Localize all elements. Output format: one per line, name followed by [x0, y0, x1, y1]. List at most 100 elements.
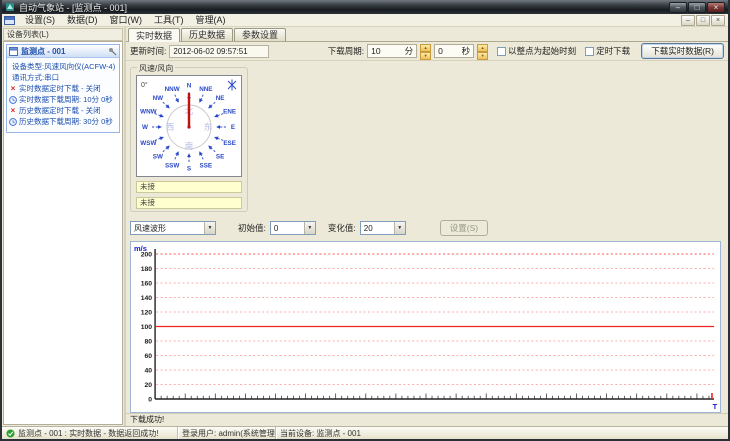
- menu-item[interactable]: 设置(S): [19, 14, 61, 26]
- compass-svg: 0°北南西东NNNENEENEEESESESSESSSWSWWSWWWNWNWN…: [140, 79, 237, 173]
- minutes-down-icon[interactable]: ▼: [420, 52, 432, 60]
- mdi-restore-icon[interactable]: □: [696, 14, 710, 26]
- start-on-hour-checkbox[interactable]: [497, 46, 507, 56]
- wind-compass: 0°北南西东NNNENEENEEESESESSESSSWSWWSWWWNWNWN…: [136, 75, 242, 177]
- y-tick-label: 120: [141, 309, 153, 316]
- minutes-stepper: ▲ ▼: [420, 44, 432, 60]
- change-value: 20: [363, 223, 373, 233]
- settings-button[interactable]: 设置(S): [439, 220, 489, 236]
- y-tick-label: 140: [141, 295, 153, 302]
- menu-item[interactable]: 工具(T): [148, 14, 190, 26]
- y-tick-label: 40: [144, 367, 152, 374]
- app-icon: [5, 2, 15, 12]
- seconds-field[interactable]: 0 秒: [434, 44, 475, 58]
- wind-direction-status: 未接: [136, 197, 242, 209]
- titlebar: 自动气象站 - [监测点 - 001] – □ ×: [2, 0, 728, 14]
- update-time-value: 2012-06-02 09:57:51: [169, 44, 270, 58]
- compass-dir-nnw: NNW: [165, 86, 180, 93]
- waveform-value: 风速波形: [134, 223, 166, 233]
- device-icon: [9, 46, 18, 56]
- device-status-line: 历史数据下载周期: 30分 0秒: [9, 116, 118, 127]
- wind-speed-chart: m/s 0 20 40 60 80 100 120 140 160 180 200 T: [130, 241, 721, 413]
- update-time-label: 更新时间:: [130, 46, 167, 56]
- device-status-text: 实时数据下载周期: 10分 0秒: [19, 95, 113, 104]
- seconds-stepper: ▲ ▼: [477, 44, 489, 60]
- initial-dropdown-icon[interactable]: ▼: [303, 222, 315, 234]
- statusbar-device: 当前设备: 监测点 - 001: [280, 428, 361, 438]
- compass-dir-se: SE: [216, 154, 224, 161]
- tab-active[interactable]: 实时数据: [128, 28, 181, 42]
- initial-value-label: 初始值:: [238, 223, 266, 233]
- compass-dir-ene: ENE: [223, 108, 236, 115]
- menu-item[interactable]: 数据(D): [61, 14, 104, 26]
- device-status-list: 设备类型:风速风向仪(ACFW-4) 通讯方式:串口 × 实时数据定时下载 - 关闭实…: [7, 58, 119, 132]
- minimize-icon[interactable]: –: [669, 1, 687, 13]
- wind-group-title: 风速/风向: [137, 63, 176, 74]
- compass-cardinal-cn: 南: [185, 141, 194, 151]
- device-status-text: 历史数据下载周期: 30分 0秒: [19, 117, 113, 126]
- pin-icon[interactable]: [108, 47, 117, 56]
- tab-inactive[interactable]: 历史数据: [181, 28, 234, 41]
- change-value-select[interactable]: 20 ▼: [359, 221, 406, 235]
- device-status-line: 实时数据下载周期: 10分 0秒: [9, 94, 118, 105]
- x-end-label: T: [713, 402, 718, 411]
- mdi-child-icon[interactable]: [4, 15, 15, 25]
- change-dropdown-icon[interactable]: ▼: [393, 222, 405, 234]
- main-panel: 实时数据 历史数据 参数设置 更新时间: 2012-06-02 09:57:51 下…: [126, 27, 728, 426]
- device-status-line: × 历史数据定时下载 - 关闭: [9, 105, 118, 116]
- mdi-close-icon[interactable]: ×: [711, 14, 725, 26]
- timed-download-checkbox[interactable]: [585, 46, 595, 56]
- seconds-down-icon[interactable]: ▼: [477, 52, 489, 60]
- minutes-value: 10: [371, 46, 381, 56]
- menu-items: 设置(S) 数据(D) 窗口(W) 工具(T) 管理(A): [19, 14, 232, 26]
- tab-inactive[interactable]: 参数设置: [234, 28, 287, 41]
- compass-dir-nne: NNE: [199, 86, 212, 93]
- compass-dir-nw: NW: [153, 95, 164, 102]
- device-status-text: 通讯方式:串口: [12, 73, 60, 82]
- download-status-text: 下载成功!: [126, 413, 728, 426]
- app-window: 自动气象站 - [监测点 - 001] – □ × 设置(S) 数据(D) 窗口(W…: [0, 0, 730, 441]
- menu-item[interactable]: 窗口(W): [104, 14, 149, 26]
- statusbar-user: 登录用户: admin(系统管理员): [178, 427, 276, 439]
- seconds-unit: 秒: [461, 46, 471, 56]
- initial-value-select[interactable]: 0 ▼: [269, 221, 316, 235]
- timed-download-label: 定时下载: [596, 46, 631, 56]
- menubar: 设置(S) 数据(D) 窗口(W) 工具(T) 管理(A) – □ ×: [2, 14, 728, 27]
- compass-dir-e: E: [231, 124, 235, 131]
- y-tick-label: 180: [141, 266, 153, 273]
- clock-icon: [9, 95, 17, 104]
- close-icon[interactable]: ×: [707, 1, 725, 13]
- initial-value: 0: [273, 223, 279, 233]
- menu-item[interactable]: 管理(A): [190, 14, 232, 26]
- seconds-up-icon[interactable]: ▲: [477, 44, 489, 52]
- device-status-text: 设备类型:风速风向仪(ACFW-4): [12, 62, 116, 71]
- mdi-window-controls: – □ ×: [681, 14, 725, 26]
- y-tick-label: 100: [141, 324, 153, 331]
- compass-dir-ssw: SSW: [165, 163, 179, 170]
- clock-icon: [9, 117, 17, 126]
- wind-degree-label: 0°: [141, 81, 148, 89]
- compass-dir-sse: SSE: [200, 163, 213, 170]
- compass-dir-ese: ESE: [223, 140, 236, 147]
- start-on-hour-label: 以整点为起始时刻: [508, 46, 577, 56]
- fan-icon: [227, 79, 237, 91]
- waveform-select[interactable]: 风速波形 ▼: [130, 221, 216, 235]
- minutes-unit: 分: [404, 46, 414, 56]
- y-tick-label: 0: [148, 396, 152, 403]
- y-tick-label: 60: [144, 353, 152, 360]
- success-check-icon: [6, 429, 15, 437]
- restore-icon[interactable]: □: [688, 1, 706, 13]
- window-controls: – □ ×: [669, 1, 725, 13]
- wind-group-box: 风速/风向 0°北南西东NNNENEENEEESESESSESSSWSWWSWW…: [130, 63, 248, 212]
- change-value-label: 变化值:: [327, 223, 356, 233]
- minutes-up-icon[interactable]: ▲: [420, 44, 432, 52]
- minutes-field[interactable]: 10 分: [367, 44, 418, 58]
- mdi-minimize-icon[interactable]: –: [681, 14, 695, 26]
- realtime-tab-page: 风速/风向 0°北南西东NNNENEENEEESESESSESSSWSWWSWW…: [126, 61, 728, 413]
- download-realtime-button[interactable]: 下载实时数据(R): [641, 43, 724, 59]
- device-list-header[interactable]: 设备列表(L): [3, 28, 123, 41]
- waveform-dropdown-icon[interactable]: ▼: [204, 222, 215, 234]
- y-tick-label: 160: [141, 280, 153, 287]
- device-panel: 监测点 - 001 设备类型:风速风向仪(ACFW-4) 通讯方式:串口 × 实时数据…: [6, 44, 120, 133]
- device-panel-header[interactable]: 监测点 - 001: [7, 45, 119, 58]
